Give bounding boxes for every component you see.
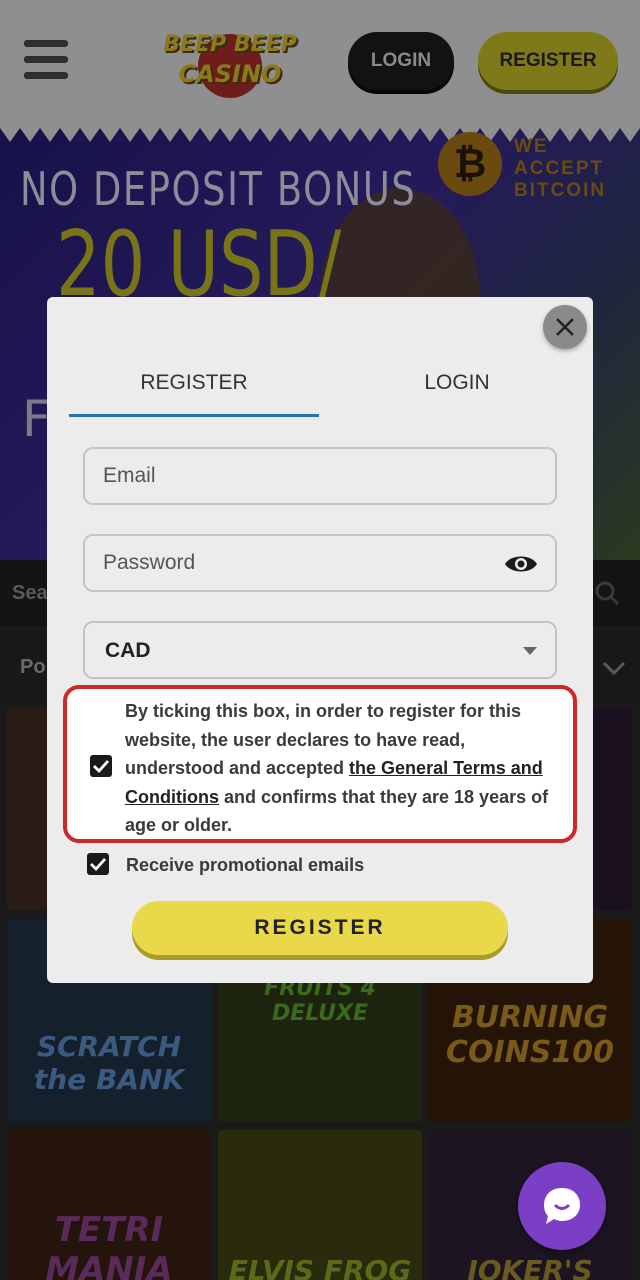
currency-value: CAD: [105, 639, 151, 662]
close-button[interactable]: [543, 305, 587, 349]
chat-icon: [544, 1188, 580, 1224]
tab-register-label: REGISTER: [140, 371, 248, 394]
checkmark-icon: [93, 760, 110, 774]
register-modal: REGISTER LOGIN CAD By ticking this box, …: [47, 297, 593, 983]
checkmark-icon: [90, 858, 107, 872]
register-submit-button[interactable]: REGISTER: [132, 901, 508, 955]
email-input[interactable]: [103, 449, 483, 503]
password-field: [83, 534, 557, 592]
terms-text: By ticking this box, in order to registe…: [125, 697, 557, 840]
tab-register[interactable]: REGISTER: [69, 363, 319, 417]
password-input[interactable]: [103, 536, 483, 590]
promo-checkbox[interactable]: [87, 853, 109, 875]
terms-checkbox[interactable]: [90, 755, 112, 777]
email-field: [83, 447, 557, 505]
promo-consent-row: Receive promotional emails: [85, 851, 485, 879]
close-icon: [556, 318, 574, 336]
currency-select[interactable]: CAD: [83, 621, 557, 679]
eye-icon[interactable]: [503, 550, 539, 578]
terms-consent-box: By ticking this box, in order to registe…: [63, 685, 577, 843]
promo-label: Receive promotional emails: [126, 855, 365, 875]
chat-button[interactable]: [518, 1162, 606, 1250]
tab-login[interactable]: LOGIN: [319, 363, 595, 417]
tab-login-label: LOGIN: [424, 371, 490, 394]
caret-down-icon: [523, 647, 537, 655]
